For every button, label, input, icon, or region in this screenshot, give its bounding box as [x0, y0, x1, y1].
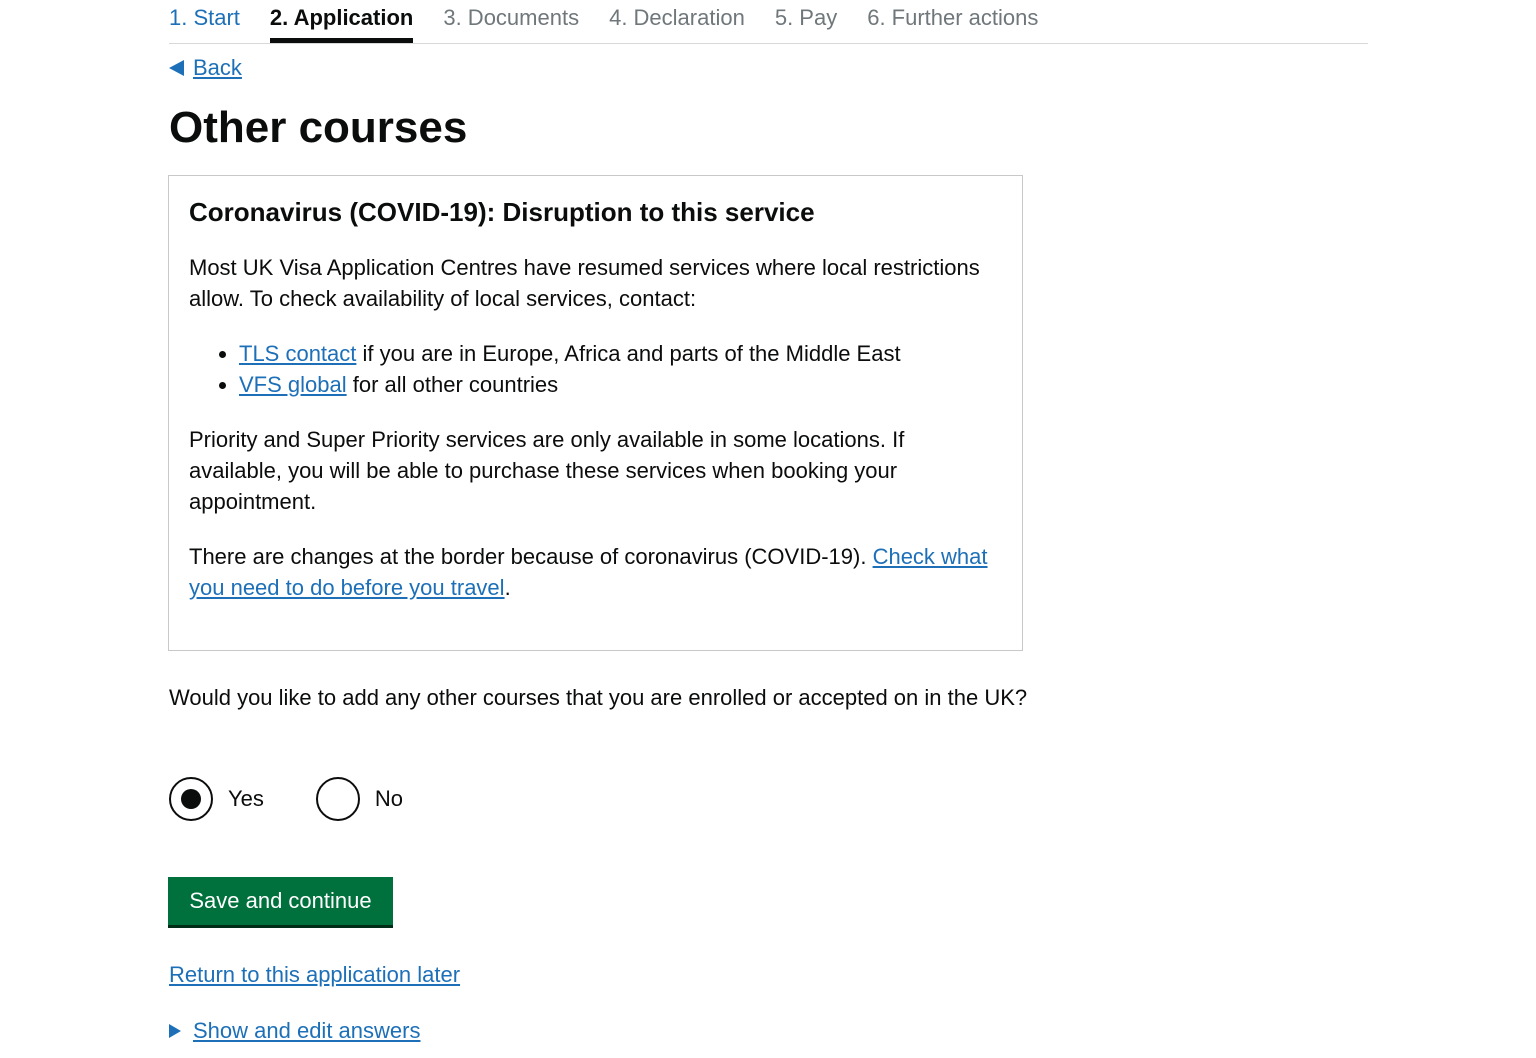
step-start[interactable]: 1. Start [169, 0, 240, 38]
radio-yes-label[interactable]: Yes [228, 786, 264, 812]
yes-no-radio-group: Yes No [169, 777, 455, 821]
triangle-right-icon [169, 1024, 181, 1038]
notice-paragraph-3-end: . [504, 575, 511, 600]
notice-contact-list: TLS contact if you are in Europe, Africa… [189, 338, 1002, 400]
covid-notice-panel: Coronavirus (COVID-19): Disruption to th… [168, 175, 1023, 651]
back-arrow-icon [169, 60, 184, 76]
return-later-link[interactable]: Return to this application later [169, 962, 460, 988]
show-edit-answers-link[interactable]: Show and edit answers [193, 1018, 420, 1044]
radio-no-label[interactable]: No [375, 786, 403, 812]
notice-heading: Coronavirus (COVID-19): Disruption to th… [189, 197, 815, 227]
step-application: 2. Application [269, 0, 414, 43]
step-navigation: 1. Start 2. Application 3. Documents 4. … [169, 0, 1368, 44]
page-title: Other courses [169, 103, 468, 152]
step-pay: 5. Pay [774, 5, 838, 30]
back-link[interactable]: Back [169, 55, 242, 81]
radio-no-circle[interactable] [315, 777, 360, 821]
list-item-text: for all other countries [346, 372, 559, 397]
step-further-actions: 6. Further actions [867, 5, 1039, 30]
other-courses-question: Would you like to add any other courses … [169, 685, 1028, 710]
radio-yes[interactable]: Yes [169, 777, 264, 821]
show-edit-answers-toggle[interactable]: Show and edit answers [169, 1018, 420, 1044]
step-documents: 3. Documents [443, 5, 580, 30]
list-item: TLS contact if you are in Europe, Africa… [239, 338, 1002, 369]
notice-paragraph-1: Most UK Visa Application Centres have re… [189, 255, 980, 311]
page-container: 1. Start 2. Application 3. Documents 4. … [168, 0, 1368, 1043]
radio-no[interactable]: No [315, 777, 403, 821]
back-link-text[interactable]: Back [193, 55, 242, 81]
radio-yes-circle[interactable] [169, 777, 213, 821]
step-declaration: 4. Declaration [609, 5, 745, 30]
list-item-text: if you are in Europe, Africa and parts o… [356, 341, 901, 366]
list-item: VFS global for all other countries [239, 369, 1002, 400]
notice-paragraph-3-text: There are changes at the border because … [189, 544, 873, 569]
notice-paragraph-2: Priority and Super Priority services are… [189, 427, 905, 514]
vfs-global-link[interactable]: VFS global [239, 372, 347, 397]
tls-contact-link[interactable]: TLS contact [239, 341, 356, 366]
save-and-continue-button[interactable]: Save and continue [168, 877, 393, 925]
notice-paragraph-3: There are changes at the border because … [189, 541, 1002, 603]
